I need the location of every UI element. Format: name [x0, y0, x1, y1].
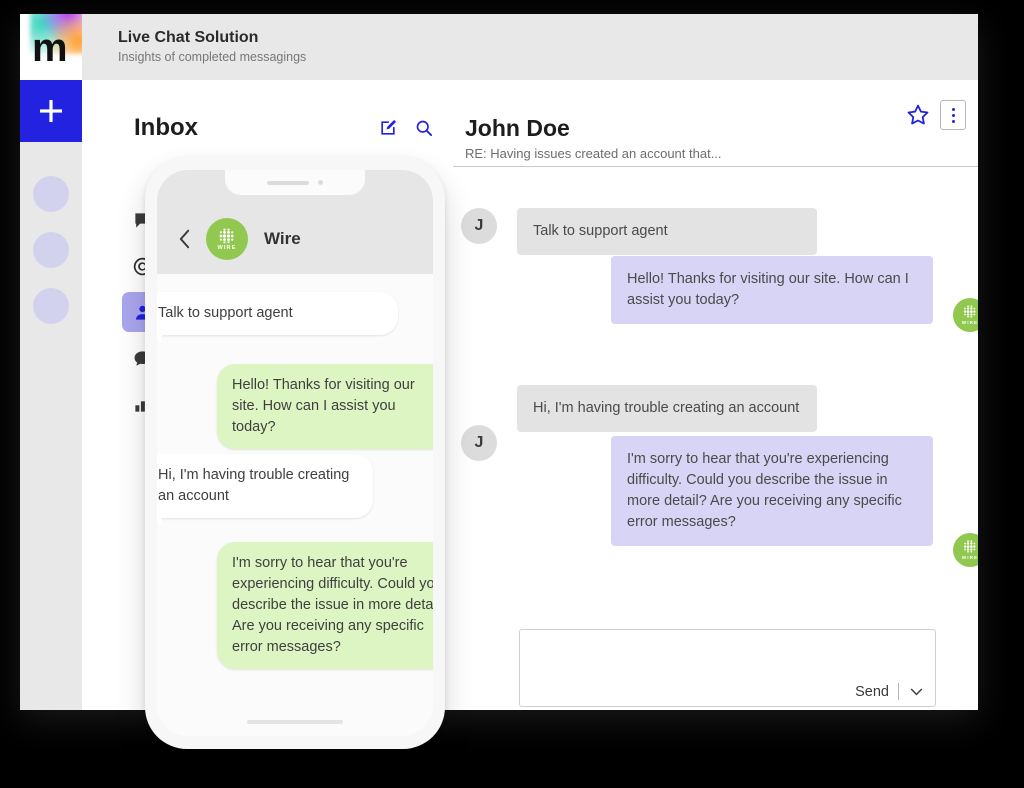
- inbox-header: Inbox: [134, 114, 434, 142]
- message-bubble-incoming: Hi, I'm having trouble creating an accou…: [517, 385, 817, 432]
- search-icon: [416, 120, 432, 136]
- message-bubble-outgoing: I'm sorry to hear that you're experienci…: [611, 436, 933, 546]
- phone-notch: [225, 170, 365, 195]
- message-row: I'm sorry to hear that you're experienci…: [611, 436, 978, 567]
- composer-actions: Send: [855, 683, 925, 700]
- back-chevron-icon: [179, 229, 190, 249]
- star-icon: [907, 104, 929, 125]
- kebab-dot: [951, 113, 955, 117]
- conversation-header: John Doe RE: Having issues created an ac…: [465, 114, 965, 161]
- app-header-text: Live Chat Solution Insights of completed…: [118, 28, 306, 66]
- wire-logo-icon: [963, 305, 976, 318]
- message-bubble-outgoing: Hello! Thanks for visiting our site. How…: [611, 256, 933, 324]
- phone-message-outgoing: Hello! Thanks for visiting our site. How…: [217, 364, 433, 449]
- phone-contact-name: Wire: [264, 229, 301, 248]
- home-indicator: [247, 720, 343, 724]
- phone-screen: WIRE Wire Talk to support agent Hello! T…: [157, 170, 433, 736]
- send-options-button[interactable]: [908, 683, 925, 700]
- phone-bubble-tail: [157, 517, 162, 526]
- message-composer[interactable]: Send: [519, 629, 936, 707]
- composer-separator: [898, 683, 899, 700]
- message-list: J Talk to support agent Hello! Thanks fo…: [453, 176, 978, 606]
- rail-avatar-2[interactable]: [33, 232, 69, 268]
- rail-avatar-1[interactable]: [33, 176, 69, 212]
- wire-logo-icon: [219, 228, 234, 243]
- agent-avatar: WIRE: [953, 533, 978, 567]
- back-button[interactable]: [177, 228, 192, 250]
- agent-avatar-label: WIRE: [961, 555, 978, 560]
- phone-navbar: WIRE Wire: [157, 204, 433, 274]
- contact-name: John Doe: [465, 115, 570, 141]
- inbox-actions: [378, 118, 434, 138]
- kebab-dot: [951, 107, 955, 111]
- phone-avatar-label: WIRE: [217, 244, 237, 251]
- phone-message-outgoing: I'm sorry to hear that you're experienci…: [217, 542, 433, 669]
- wire-logo-icon: [963, 540, 976, 553]
- rail-avatar-3[interactable]: [33, 288, 69, 324]
- conversation-header-actions: [906, 100, 966, 130]
- message-bubble-incoming: Talk to support agent: [517, 208, 817, 255]
- left-rail: [20, 80, 82, 710]
- logo-letter: m: [32, 26, 68, 70]
- phone-message-list: Talk to support agent Hello! Thanks for …: [157, 274, 433, 736]
- avatar: J: [461, 208, 497, 244]
- send-button[interactable]: Send: [855, 684, 889, 700]
- agent-avatar-label: WIRE: [961, 320, 978, 325]
- conversation-subject: RE: Having issues created an account tha…: [465, 146, 722, 161]
- more-options-button[interactable]: [940, 100, 966, 130]
- phone-message-incoming: Talk to support agent: [157, 292, 398, 335]
- kebab-dot: [951, 119, 955, 123]
- phone-mockup: WIRE Wire Talk to support agent Hello! T…: [145, 157, 445, 749]
- phone-contact-avatar: WIRE: [206, 218, 248, 260]
- app-logo: m: [20, 14, 82, 80]
- screenshot-stage: m Live Chat Solution Insights of complet…: [0, 0, 1024, 788]
- app-header: m Live Chat Solution Insights of complet…: [20, 14, 978, 80]
- phone-topbar: WIRE Wire: [157, 170, 433, 274]
- avatar: J: [461, 425, 497, 461]
- compose-icon: [381, 120, 396, 135]
- message-row: Hello! Thanks for visiting our site. How…: [611, 256, 978, 332]
- app-title: Live Chat Solution: [118, 29, 259, 46]
- add-button[interactable]: [20, 80, 82, 142]
- chevron-down-icon: [910, 688, 923, 696]
- header-divider: [453, 166, 978, 167]
- star-button[interactable]: [906, 103, 930, 127]
- phone-bubble-tail: [157, 334, 162, 343]
- inbox-title: Inbox: [134, 114, 198, 141]
- search-button[interactable]: [414, 118, 434, 138]
- message-row: J Talk to support agent: [461, 208, 817, 255]
- front-camera-icon: [318, 180, 323, 185]
- app-subtitle: Insights of completed messagings: [118, 50, 307, 64]
- plus-icon: [40, 100, 62, 122]
- phone-message-incoming: Hi, I'm having trouble creating an accou…: [157, 454, 373, 518]
- conversation-panel: John Doe RE: Having issues created an ac…: [453, 80, 978, 710]
- speaker-grill-icon: [267, 180, 309, 185]
- compose-button[interactable]: [378, 118, 398, 138]
- agent-avatar: WIRE: [953, 298, 978, 332]
